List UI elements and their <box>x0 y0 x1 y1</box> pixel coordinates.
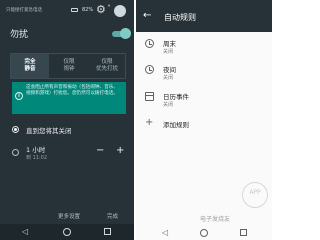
radio-selected[interactable] <box>12 126 19 133</box>
rule-name: 周末 <box>163 40 176 48</box>
recents-icon[interactable] <box>104 228 111 235</box>
home-icon[interactable] <box>63 228 71 236</box>
back-icon[interactable]: ◁ <box>162 228 168 237</box>
add-rule-label: 添加规则 <box>163 121 189 129</box>
battery-icon <box>71 8 78 12</box>
notice-text: 这会阻止所有声音和振动（包括闹钟、音乐、视频和游戏）打扰您。您仍然可以拨打电话。 <box>26 85 118 97</box>
duration-label: 1 小时 <box>26 146 46 154</box>
watermark-text: APP <box>249 189 261 196</box>
option-duration[interactable]: 1 小时 到 11:02 − + <box>0 142 134 164</box>
clock-icon <box>145 39 154 48</box>
dnd-title: 勿扰 <box>10 30 29 40</box>
dnd-toggle[interactable] <box>120 28 131 39</box>
more-settings-button[interactable]: 更多设置 <box>58 212 80 220</box>
dnd-header: 勿扰 <box>0 24 134 42</box>
rule-weekend[interactable]: 周末 关闭 <box>136 36 272 62</box>
clock-icon <box>145 65 154 74</box>
mode-alarms-only[interactable]: 仅限 闹钟 <box>50 54 88 78</box>
radio-unselected[interactable] <box>12 149 19 156</box>
back-arrow-icon[interactable]: ← <box>143 11 151 21</box>
back-icon[interactable]: ◁ <box>22 227 28 236</box>
panel-footer: 更多设置 完成 <box>0 208 134 222</box>
plus-icon: + <box>145 117 154 128</box>
home-icon[interactable] <box>200 229 208 237</box>
navigation-bar: ◁ <box>0 224 134 240</box>
option-until-off[interactable]: 直到您将其关闭 <box>0 122 134 138</box>
mode-line1: 仅限 <box>63 59 75 65</box>
mode-line1: 仅限 <box>101 59 113 65</box>
automatic-rules-screen: ← 自动规则 周末 关闭 夜间 关闭 日历事件 关闭 + 添加规则 APP 电子… <box>136 0 272 240</box>
gear-icon[interactable]: ⚙ <box>96 4 106 15</box>
rule-name: 日历事件 <box>163 93 189 101</box>
avatar[interactable] <box>114 5 126 17</box>
quick-settings-panel: 只能接打紧急电话 82% ⚙ ˄ 勿扰 完全 静音 仅限 闹钟 仅限 优先打扰 … <box>0 0 134 240</box>
done-button[interactable]: 完成 <box>107 212 118 220</box>
recents-icon[interactable] <box>240 229 247 236</box>
mode-line2: 静音 <box>24 66 36 72</box>
mode-priority-only[interactable]: 仅限 优先打扰 <box>88 54 126 78</box>
increase-button[interactable]: + <box>116 145 124 156</box>
rule-name: 夜间 <box>163 66 176 74</box>
page-title: 自动规则 <box>164 13 196 22</box>
info-icon: i <box>15 92 23 100</box>
calendar-icon <box>145 92 154 101</box>
watermark-logo: APP <box>242 182 268 208</box>
app-bar: ← 自动规则 <box>136 0 272 32</box>
rule-night[interactable]: 夜间 关闭 <box>136 62 272 88</box>
mode-line2: 闹钟 <box>63 66 75 72</box>
rule-calendar-events[interactable]: 日历事件 关闭 <box>136 89 272 115</box>
rule-state: 关闭 <box>163 102 174 108</box>
mode-total-silence[interactable]: 完全 静音 <box>11 54 49 78</box>
duration-sub: 到 11:02 <box>26 155 47 161</box>
dnd-mode-selector: 完全 静音 仅限 闹钟 仅限 优先打扰 <box>10 53 126 79</box>
add-rule-button[interactable]: + 添加规则 <box>136 117 272 133</box>
status-notification-text: 只能接打紧急电话 <box>6 8 42 13</box>
rule-state: 关闭 <box>163 49 174 55</box>
silence-notice: i 这会阻止所有声音和振动（包括闹钟、音乐、视频和游戏）打扰您。您仍然可以拨打电… <box>12 82 126 114</box>
decrease-button[interactable]: − <box>96 145 104 156</box>
status-bar: 只能接打紧急电话 82% ⚙ ˄ <box>0 0 134 22</box>
navigation-bar: ◁ <box>136 226 272 240</box>
brand-watermark: 电子发烧友 <box>200 216 231 223</box>
chevron-up-icon[interactable]: ˄ <box>107 4 111 13</box>
option-until-off-label: 直到您将其关闭 <box>26 127 72 135</box>
rule-state: 关闭 <box>163 75 174 81</box>
mode-line1: 完全 <box>24 59 36 65</box>
mode-line2: 优先打扰 <box>95 66 118 72</box>
battery-percent: 82% <box>82 7 94 13</box>
